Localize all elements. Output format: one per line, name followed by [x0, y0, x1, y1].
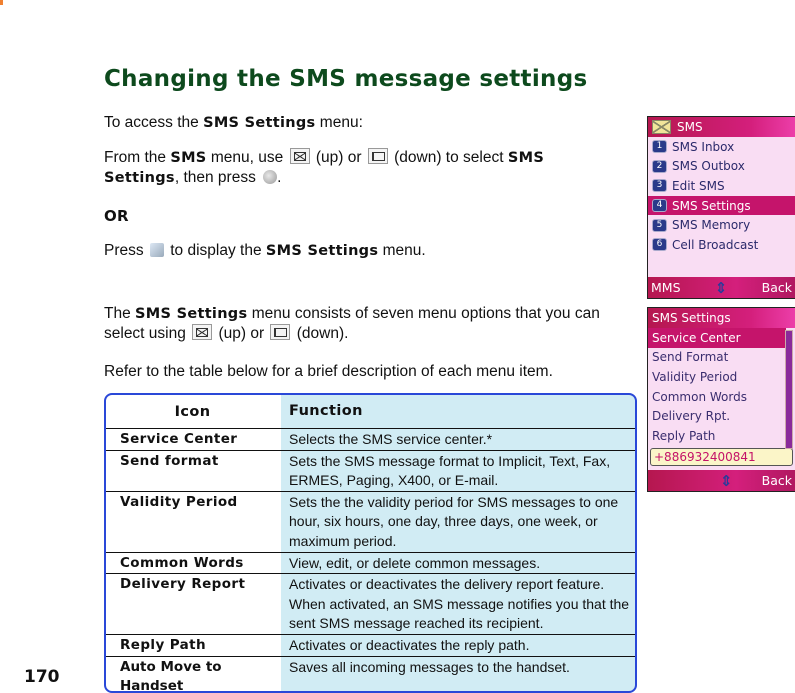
down-key-icon [270, 324, 291, 340]
settings-item[interactable]: Common Words [648, 387, 795, 407]
step2-bold: SMS Settings [265, 243, 379, 259]
number-badge-icon: 5 [652, 218, 667, 232]
header-icon: Icon [174, 403, 211, 420]
settings-item-selected[interactable]: Service Center [648, 328, 786, 348]
service-center-number: +886932400841 [650, 447, 793, 466]
screen-title: SMS [677, 120, 703, 134]
menu-key-icon [149, 243, 164, 257]
up-down-nav-icon: ⇕ [714, 278, 728, 297]
menu-item[interactable]: 1 SMS Inbox [648, 137, 795, 157]
page-number: 170 [24, 667, 60, 687]
step2-text: to display the [165, 242, 266, 259]
table-row: Send format Sets the SMS message format … [106, 451, 635, 492]
row-desc: Sets the SMS message format to Implicit,… [289, 452, 611, 489]
screen-header: SMS [648, 117, 795, 137]
corner-mark [0, 0, 3, 5]
settings-list: Service Center Send Format Validity Peri… [648, 328, 795, 446]
step2-paragraph: Press to display the SMS Settings menu. [104, 241, 634, 261]
menu-item-label: Cell Broadcast [672, 237, 759, 252]
row-name: Send format [120, 452, 219, 469]
menu-item[interactable]: 3 Edit SMS [648, 176, 795, 196]
row-desc: View, edit, or delete common messages. [289, 554, 541, 571]
envelope-icon [652, 120, 671, 134]
down-key-icon [367, 148, 388, 164]
intro-text: To access the [104, 114, 204, 131]
back-softkey[interactable]: Back [762, 473, 792, 488]
softkey-bar: MMS ⇕ Back [648, 277, 795, 298]
step1-text: From the [104, 149, 171, 166]
menu-item-label: Edit SMS [672, 178, 725, 193]
number-badge-icon: 6 [652, 238, 667, 252]
envelope-key-icon [289, 148, 310, 164]
menu-item[interactable]: 2 SMS Outbox [648, 157, 795, 177]
menu-item-selected[interactable]: 4 SMS Settings [648, 195, 795, 216]
number-badge-icon: 1 [652, 140, 667, 154]
menu-item-label: SMS Settings [672, 198, 751, 213]
header-function: Function [289, 403, 363, 420]
step1-text: menu, use [206, 149, 288, 166]
menu-item-label: SMS Memory [672, 218, 751, 233]
back-softkey[interactable]: Back [762, 280, 792, 295]
phone-screen-sms-menu: SMS 1 SMS Inbox 2 SMS Outbox 3 Edit SMS 4 SM… [647, 116, 795, 299]
phone-screen-sms-settings: SMS Settings Service Center Send Format … [647, 307, 795, 492]
or-label: OR [104, 207, 129, 225]
para2-bold: SMS Settings [135, 306, 248, 322]
table-row: Delivery Report Activates or deactivates… [106, 574, 635, 635]
page-title: Changing the SMS message settings [104, 66, 588, 92]
left-softkey[interactable]: MMS [651, 280, 681, 295]
menu-item[interactable]: 6 Cell Broadcast [648, 235, 795, 255]
para2-text: (down). [292, 325, 349, 342]
screen-title: SMS Settings [652, 311, 731, 325]
intro-suffix: menu: [315, 114, 363, 131]
up-down-nav-icon: ⇕ [720, 471, 733, 490]
row-name: Auto Move to Handset [120, 658, 222, 693]
row-desc: Saves all incoming messages to the hands… [289, 658, 570, 675]
step2-text: Press [104, 242, 148, 259]
table-row: Validity Period Sets the the validity pe… [106, 492, 635, 553]
number-badge-icon: 3 [652, 179, 667, 193]
menu-items-table: Icon Function Service Center Selects the… [104, 393, 637, 693]
table-row: Auto Move to Handset Saves all incoming … [106, 657, 635, 693]
step1-bold-sms: SMS [170, 150, 207, 166]
scrollbar[interactable] [785, 330, 793, 449]
para2-text: (up) or [214, 325, 269, 342]
row-desc: Sets the the validity period for SMS mes… [289, 493, 619, 549]
step2-text: menu. [378, 242, 426, 259]
step1-text: (up) or [311, 149, 366, 166]
settings-item[interactable]: Send Format [648, 348, 795, 368]
row-name: Common Words [120, 554, 244, 571]
settings-item[interactable]: Validity Period [648, 367, 795, 387]
description-paragraph: The SMS Settings menu consists of seven … [104, 304, 634, 344]
step1-text: . [277, 169, 282, 186]
settings-item[interactable]: Delivery Rpt. [648, 406, 795, 426]
intro-bold: SMS Settings [203, 115, 316, 131]
table-header-row: Icon Function [106, 395, 635, 429]
settings-item[interactable]: Reply Path [648, 426, 795, 446]
menu-item-label: SMS Inbox [672, 139, 735, 154]
softkey-bar: ⇕ Back [648, 470, 795, 491]
table-row: Service Center Selects the SMS service c… [106, 429, 635, 451]
row-name: Reply Path [120, 636, 207, 653]
menu-item[interactable]: 5 SMS Memory [648, 215, 795, 235]
row-name: Delivery Report [120, 576, 246, 593]
step1-paragraph: From the SMS menu, use (up) or (down) to… [104, 148, 584, 188]
intro-paragraph: To access the SMS Settings menu: [104, 113, 634, 133]
para2-text: The [104, 305, 136, 322]
row-name: Service Center [120, 431, 238, 447]
row-desc: Selects the SMS service center.* [289, 431, 493, 447]
row-desc: Activates or deactivates the delivery re… [289, 576, 630, 632]
step1-text: (down) to select [389, 149, 508, 166]
center-key-icon [263, 170, 278, 184]
row-desc: Activates or deactivates the reply path. [289, 636, 530, 653]
menu-item-label: SMS Outbox [672, 159, 745, 174]
table-intro: Refer to the table below for a brief des… [104, 363, 553, 380]
screen-header: SMS Settings [648, 308, 795, 328]
table-row: Common Words View, edit, or delete commo… [106, 553, 635, 575]
number-badge-icon: 4 [652, 199, 667, 213]
row-name: Validity Period [120, 493, 238, 510]
step1-text: , then press [174, 169, 261, 186]
number-badge-icon: 2 [652, 159, 667, 173]
envelope-key-icon [192, 324, 213, 340]
table-row: Reply Path Activates or deactivates the … [106, 635, 635, 657]
